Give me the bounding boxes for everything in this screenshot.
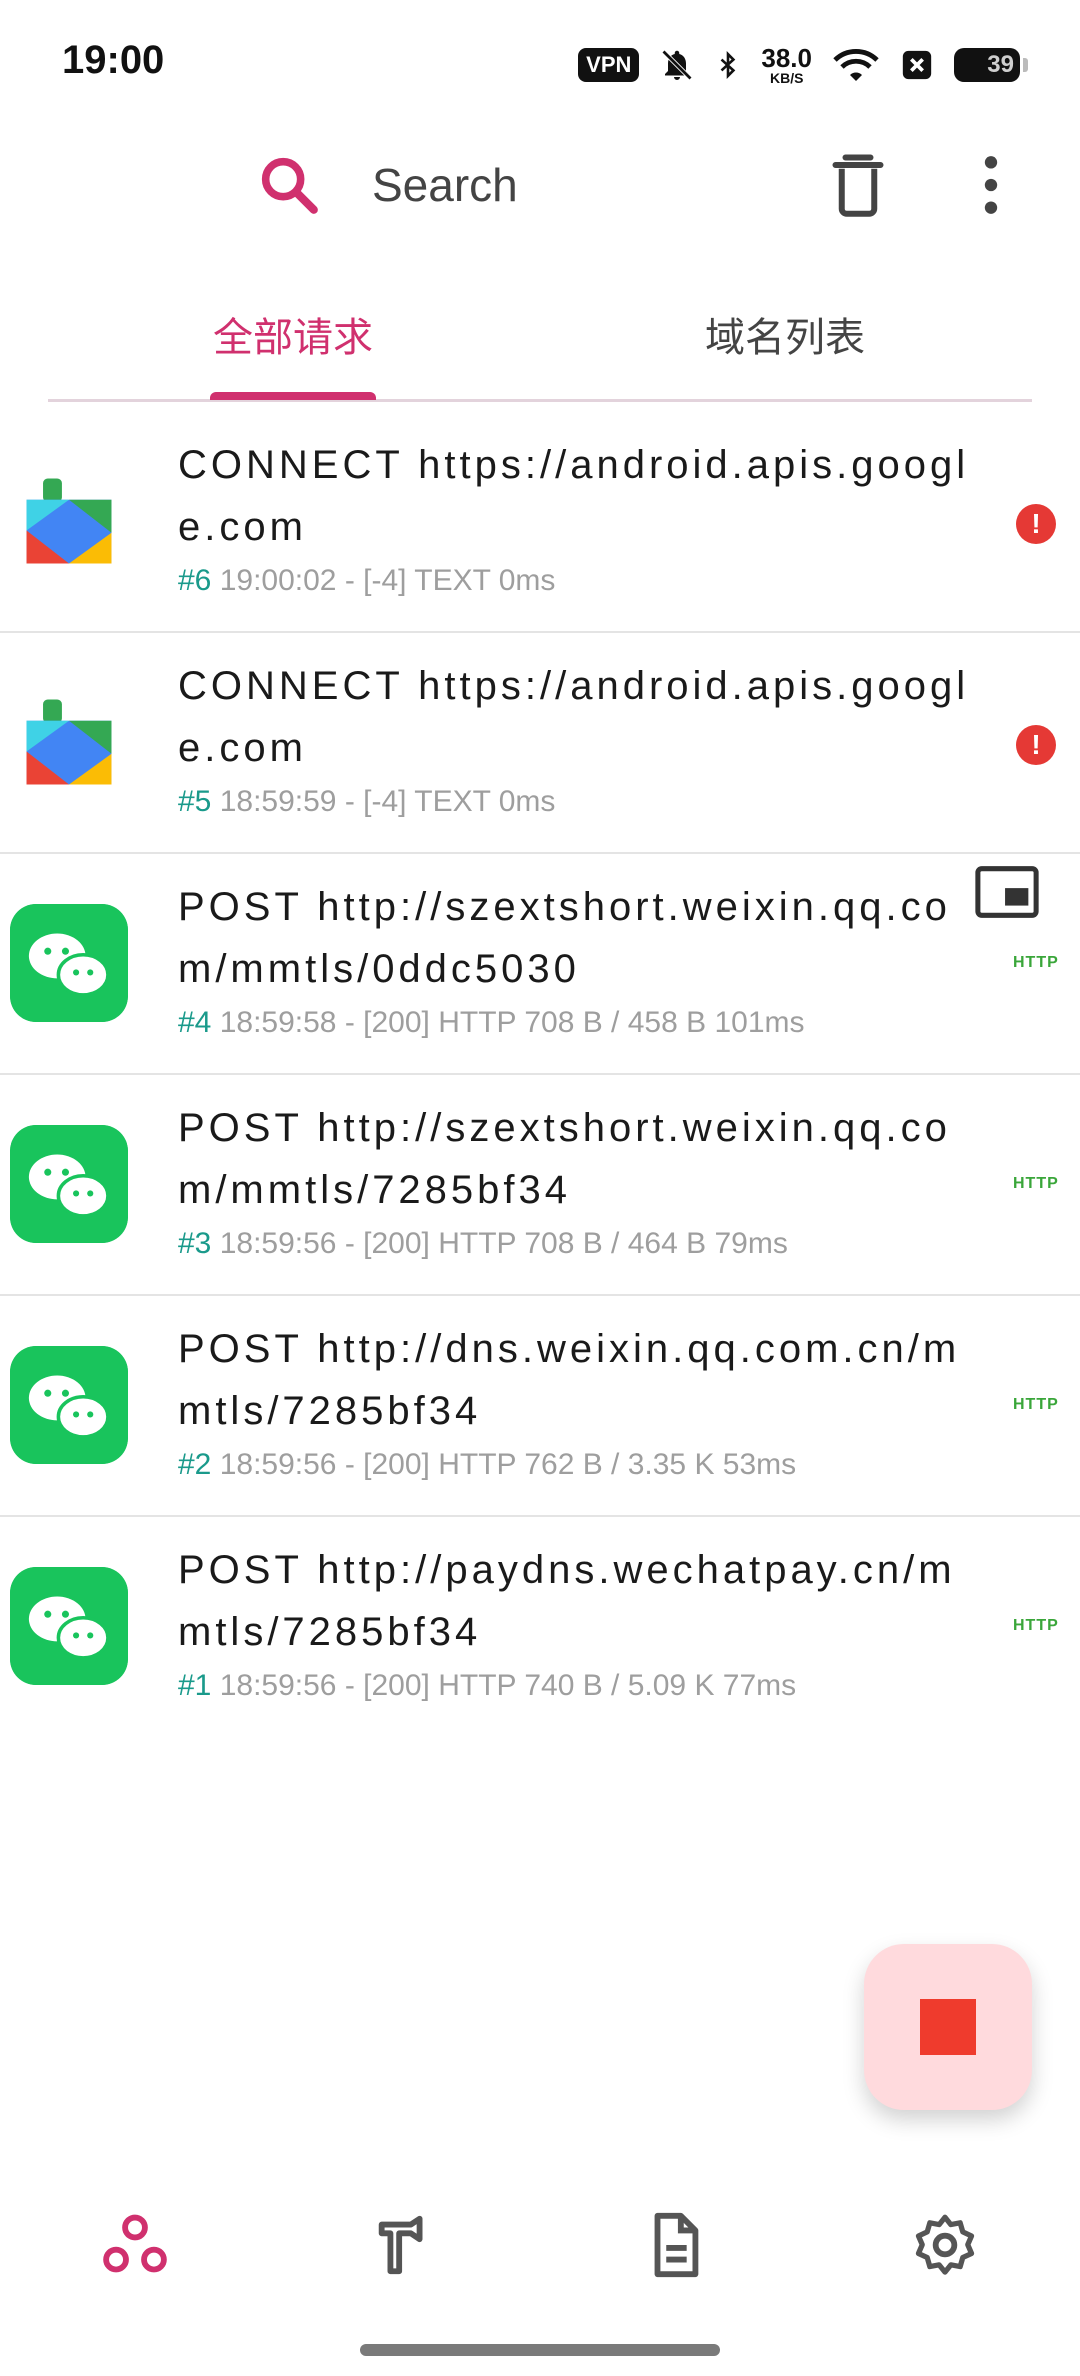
request-id: #3 (178, 1227, 212, 1260)
wechat-icon (10, 904, 128, 1022)
search-input[interactable] (372, 150, 792, 220)
network-icon[interactable] (100, 2210, 170, 2280)
mute-bell-icon (662, 49, 693, 81)
tab-divider (48, 399, 1032, 402)
request-row[interactable]: POST http://szextshort.weixin.qq.com/mmt… (0, 854, 1080, 1075)
stop-capture-button[interactable] (864, 1944, 1032, 2110)
request-title: CONNECT https://android.apis.google.com (178, 443, 970, 549)
top-app-bar (0, 140, 1080, 230)
request-title: POST http://paydns.wechatpay.cn/mmtls/72… (178, 1548, 956, 1654)
request-id: #5 (178, 785, 212, 818)
request-row[interactable]: CONNECT https://android.apis.google.com … (0, 633, 1080, 854)
request-row[interactable]: POST http://szextshort.weixin.qq.com/mmt… (0, 1075, 1080, 1296)
request-id: #4 (178, 1006, 212, 1039)
request-title: CONNECT https://android.apis.google.com (178, 664, 970, 770)
tab-indicator (210, 392, 376, 400)
tab-all-requests[interactable]: 全部请求 (48, 270, 538, 398)
request-row[interactable]: POST http://dns.weixin.qq.com.cn/mmtls/7… (0, 1296, 1080, 1517)
trash-icon[interactable] (828, 150, 888, 220)
document-icon[interactable] (640, 2210, 710, 2280)
http-badge: HTTP (1013, 1175, 1059, 1192)
error-icon: ! (1016, 725, 1056, 765)
request-title: POST http://szextshort.weixin.qq.com/mmt… (178, 1106, 951, 1212)
gesture-bar[interactable] (360, 2344, 720, 2356)
request-title: POST http://szextshort.weixin.qq.com/mmt… (178, 885, 951, 991)
status-bar: 19:00 VPN 38.0 KB/S 39 (0, 0, 1080, 120)
bluetooth-icon (721, 51, 736, 79)
settings-icon[interactable] (910, 2210, 980, 2280)
error-icon: ! (1016, 504, 1056, 544)
tab-bar: 全部请求 域名列表 (48, 270, 1032, 402)
google-play-services-icon (26, 478, 112, 564)
wechat-icon (10, 1125, 128, 1243)
request-meta: #6 19:00:02 - [-4] TEXT 0ms (178, 564, 556, 597)
request-meta: #1 18:59:56 - [200] HTTP 740 B / 5.09 K … (178, 1669, 797, 1702)
wechat-icon (10, 1567, 128, 1685)
http-badge: HTTP (1013, 954, 1059, 971)
battery-icon: 39 (954, 48, 1028, 82)
http-badge: HTTP (1013, 1396, 1059, 1413)
request-id: #6 (178, 564, 212, 597)
x-box-icon (902, 50, 932, 80)
request-title: POST http://dns.weixin.qq.com.cn/mmtls/7… (178, 1327, 961, 1433)
vpn-icon: VPN (578, 48, 640, 82)
request-meta: #5 18:59:59 - [-4] TEXT 0ms (178, 785, 556, 818)
request-row[interactable]: POST http://paydns.wechatpay.cn/mmtls/72… (0, 1517, 1080, 1738)
stop-icon (920, 1999, 976, 2055)
status-time: 19:00 (62, 38, 165, 82)
search-icon[interactable] (254, 150, 324, 220)
more-vert-icon[interactable] (966, 150, 1016, 220)
request-meta: #4 18:59:58 - [200] HTTP 708 B / 458 B 1… (178, 1006, 805, 1039)
tab-domain-list[interactable]: 域名列表 (538, 270, 1032, 398)
http-badge: HTTP (1013, 1617, 1059, 1634)
wechat-icon (10, 1346, 128, 1464)
request-id: #2 (178, 1448, 212, 1481)
bottom-nav (0, 2190, 1080, 2300)
request-meta: #3 18:59:56 - [200] HTTP 708 B / 464 B 7… (178, 1227, 788, 1260)
wifi-icon (833, 49, 879, 81)
request-row[interactable]: CONNECT https://android.apis.google.com … (0, 412, 1080, 633)
request-id: #1 (178, 1669, 212, 1702)
tools-icon[interactable] (370, 2210, 440, 2280)
net-speed: 38.0 KB/S (761, 43, 812, 86)
google-play-services-icon (26, 699, 112, 785)
request-list: CONNECT https://android.apis.google.com … (0, 412, 1080, 1738)
status-icons: VPN 38.0 KB/S 39 (578, 40, 1028, 90)
picture-in-picture-icon[interactable] (974, 864, 1040, 920)
request-meta: #2 18:59:56 - [200] HTTP 762 B / 3.35 K … (178, 1448, 797, 1481)
